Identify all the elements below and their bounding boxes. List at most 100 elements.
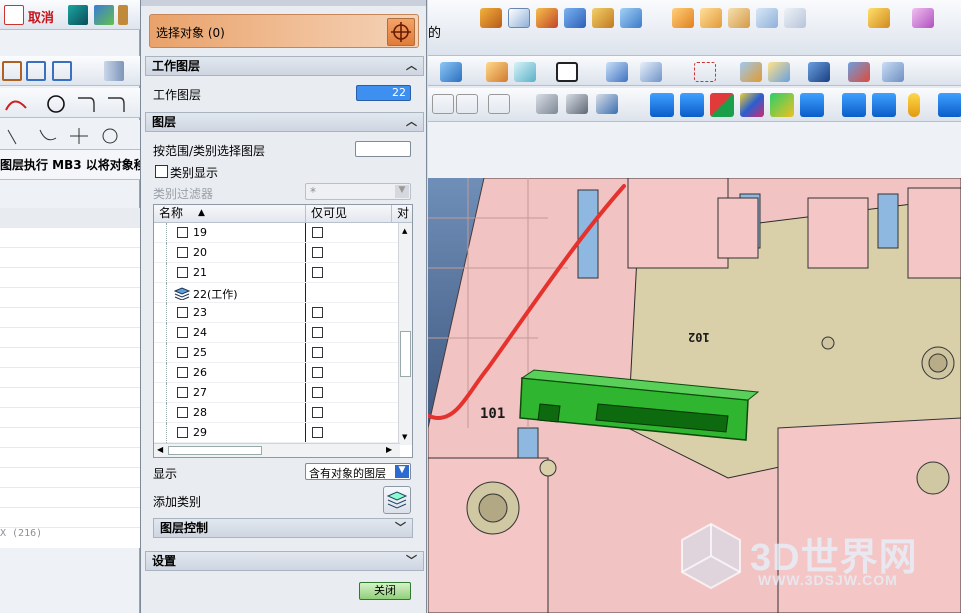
category-display-checkbox[interactable] <box>155 165 168 178</box>
color-swatch-icon[interactable] <box>556 62 578 82</box>
scroll-up-icon[interactable]: ▲ <box>402 227 407 235</box>
table-row[interactable]: 22(工作) <box>154 283 402 303</box>
revolve-icon[interactable] <box>508 8 530 28</box>
transform-icon[interactable] <box>606 62 628 82</box>
cup-icon[interactable] <box>118 5 128 25</box>
pad-icon[interactable] <box>728 8 750 28</box>
box-view-icon[interactable] <box>440 62 462 82</box>
visible-only-checkbox[interactable] <box>312 227 323 238</box>
cone-icon[interactable] <box>620 8 642 28</box>
chevron-down-icon[interactable]: ▼ <box>395 465 409 478</box>
paint-icon[interactable] <box>486 62 508 82</box>
pattern-icon[interactable] <box>700 8 722 28</box>
layer-checkbox[interactable] <box>177 247 188 258</box>
curve-tool-icon[interactable] <box>2 61 22 81</box>
axis-icon[interactable] <box>928 62 950 82</box>
work-layer-input[interactable]: 22 <box>356 85 411 101</box>
vector-icon[interactable] <box>882 62 904 82</box>
list-item[interactable] <box>0 508 140 528</box>
pill-icon[interactable] <box>908 93 920 117</box>
cylinder-icon[interactable] <box>592 8 614 28</box>
constraint-tools-icons[interactable] <box>4 126 134 146</box>
scroll-thumb[interactable] <box>400 331 411 377</box>
settings-section-header[interactable]: 设置 ﹀ <box>145 551 424 571</box>
layer-checkbox[interactable] <box>177 227 188 238</box>
visible-only-checkbox[interactable] <box>312 367 323 378</box>
table-row[interactable]: 24 <box>154 323 402 343</box>
vertical-scrollbar[interactable]: ▲ ▼ <box>398 223 412 445</box>
color-face-icon[interactable] <box>710 93 734 117</box>
layer-checkbox[interactable] <box>177 347 188 358</box>
abs-csys-icon[interactable] <box>842 93 866 117</box>
visible-only-checkbox[interactable] <box>312 387 323 398</box>
list-item[interactable] <box>0 308 140 328</box>
work-layer-section-header[interactable]: 工作图层 ︿ <box>145 56 424 76</box>
table-row[interactable]: 29 <box>154 423 402 443</box>
gauge-icon[interactable] <box>488 94 510 114</box>
graphics-viewport[interactable]: 101 102 3D世界网 WWW.3DSJW.COM <box>428 178 961 613</box>
color-multi-icon[interactable] <box>740 93 764 117</box>
mate-icon[interactable] <box>596 94 618 114</box>
csys-icon[interactable] <box>694 62 716 82</box>
visible-only-checkbox[interactable] <box>312 247 323 258</box>
table-row[interactable]: 20 <box>154 243 402 263</box>
close-button[interactable]: 关闭 <box>359 582 411 600</box>
range-select-input[interactable] <box>355 141 411 157</box>
assembly-icon[interactable] <box>536 94 558 114</box>
layer-checkbox[interactable] <box>177 407 188 418</box>
table-row[interactable]: 27 <box>154 383 402 403</box>
visible-only-checkbox[interactable] <box>312 327 323 338</box>
list-item[interactable] <box>0 388 140 408</box>
doc-icon[interactable] <box>4 5 24 25</box>
layer-checkbox[interactable] <box>177 327 188 338</box>
visible-only-checkbox[interactable] <box>312 427 323 438</box>
layer-checkbox[interactable] <box>177 267 188 278</box>
table-row[interactable]: 25 <box>154 343 402 363</box>
layer-checkbox[interactable] <box>177 367 188 378</box>
list-item[interactable] <box>0 228 140 248</box>
clamp-icon[interactable] <box>456 94 478 114</box>
add-category-button[interactable] <box>383 486 411 514</box>
shading-icon[interactable] <box>938 93 961 117</box>
layer-checkbox[interactable] <box>177 427 188 438</box>
wcs-icon[interactable] <box>872 93 896 117</box>
layer-control-header[interactable]: 图层控制 ﹀ <box>153 518 413 538</box>
surface-tool-icon[interactable] <box>26 61 46 81</box>
list-item[interactable] <box>0 288 140 308</box>
chamfer-icon[interactable] <box>756 8 778 28</box>
hole-icon[interactable] <box>672 8 694 28</box>
list-item[interactable] <box>0 428 140 448</box>
point-set-icon[interactable] <box>848 62 870 82</box>
sweep-tool-icon[interactable] <box>52 61 72 81</box>
list-item[interactable] <box>0 348 140 368</box>
select-filter-icon[interactable] <box>514 62 536 82</box>
list-item[interactable] <box>0 408 140 428</box>
column-header-name[interactable]: 名称 ▲ <box>154 205 306 223</box>
table-row[interactable]: 19 <box>154 223 402 243</box>
sweep-icon[interactable] <box>536 8 558 28</box>
fixture-icon[interactable] <box>432 94 454 114</box>
list-item[interactable] <box>0 268 140 288</box>
table-row[interactable]: 23 <box>154 303 402 323</box>
move-down-icon[interactable] <box>680 93 704 117</box>
block-feature-icon[interactable] <box>564 8 586 28</box>
scroll-down-icon[interactable]: ▼ <box>402 433 407 441</box>
color-edit-icon[interactable] <box>770 93 794 117</box>
extrude-icon[interactable] <box>480 8 502 28</box>
table-row[interactable]: 21 <box>154 263 402 283</box>
layer-checkbox[interactable] <box>177 307 188 318</box>
block-icon[interactable] <box>68 5 88 25</box>
display-select[interactable]: 含有对象的图层 ▼ <box>305 463 411 480</box>
layer-checkbox[interactable] <box>177 387 188 398</box>
move-icon[interactable] <box>640 62 662 82</box>
scroll-right-icon[interactable]: ▶ <box>386 445 392 454</box>
horizontal-scrollbar[interactable]: ◀ ▶ <box>154 443 400 457</box>
list-item[interactable] <box>0 448 140 468</box>
select-object-bar[interactable]: 选择对象 (0) <box>149 14 419 48</box>
layers-section-header[interactable]: 图层 ︿ <box>145 112 424 132</box>
list-item[interactable] <box>0 368 140 388</box>
edge-blend-icon[interactable] <box>784 8 806 28</box>
rotate-icon[interactable] <box>800 93 824 117</box>
measure-icon[interactable] <box>740 62 762 82</box>
scroll-left-icon[interactable]: ◀ <box>157 445 163 454</box>
